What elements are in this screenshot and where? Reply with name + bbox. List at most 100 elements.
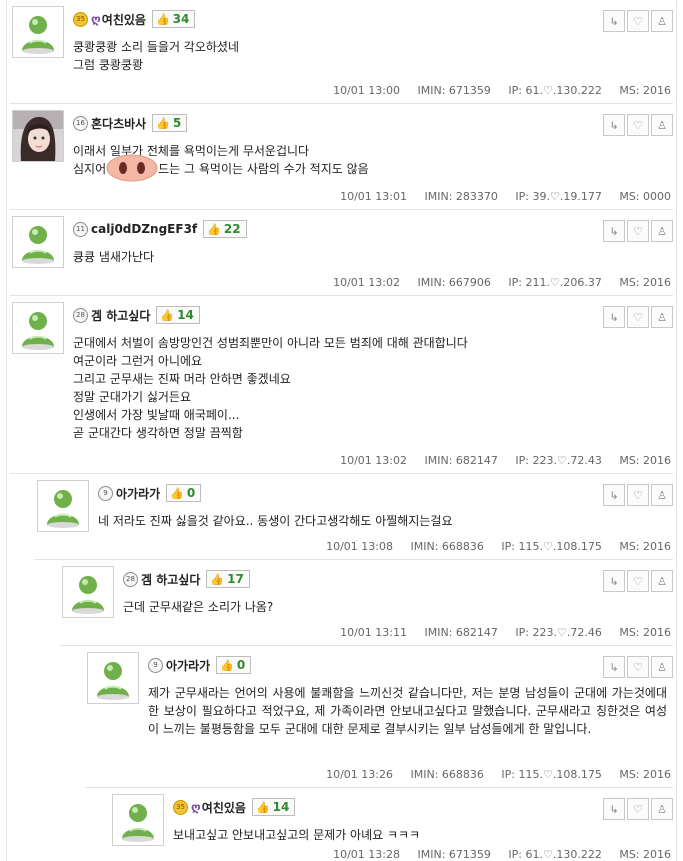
- comment-line: 정말 군대가기 싫거든요: [73, 388, 667, 406]
- comment-ip: IP: 61.♡.130.222: [508, 848, 602, 861]
- reply-arrow-icon: ↳: [609, 802, 619, 816]
- like-button[interactable]: ♡: [627, 484, 649, 506]
- avatar[interactable]: [12, 6, 64, 58]
- comment-body: 큥큥 냄새가난다: [73, 248, 667, 266]
- reply-button[interactable]: ↳: [603, 484, 625, 506]
- comment-3: 11 calj0dDZngEF3f 👍 22 ↳ ♡ ♙ 큥큥 냄새가난다 10…: [10, 210, 673, 296]
- comment-body: 쿵쾅쿵쾅 소리 들을거 각오하셨네 그럼 쿵쾅쿵쾅: [73, 38, 667, 74]
- comment-header: 35 ღ 여친있음 👍 14: [173, 798, 296, 816]
- comment-5: 9 아가라가 👍 0 ↳ ♡ ♙ 네 저라도 진짜 싫을것 같아요.. 동생이 …: [35, 474, 673, 560]
- avatar[interactable]: [87, 652, 139, 704]
- comment-time: 10/01 13:28: [333, 848, 400, 861]
- reply-arrow-icon: ↳: [609, 660, 619, 674]
- comment-ip: IP: 61.♡.130.222: [508, 84, 602, 97]
- reply-button[interactable]: ↳: [603, 220, 625, 242]
- comment-body: 근데 군무새같은 소리가 나옴?: [123, 598, 667, 616]
- like-count: 5: [172, 116, 182, 130]
- nickname[interactable]: 여친있음: [202, 799, 246, 816]
- like-count-badge: 👍 0: [166, 484, 202, 502]
- like-button[interactable]: ♡: [627, 114, 649, 136]
- heart-icon: ♡: [633, 310, 643, 324]
- comment-line: 그리고 군무새는 진짜 머라 안하면 좋겠네요: [73, 370, 667, 388]
- like-button[interactable]: ♡: [627, 570, 649, 592]
- report-button[interactable]: ♙: [651, 484, 673, 506]
- comment-time: 10/01 13:26: [326, 768, 393, 781]
- reply-button[interactable]: ↳: [603, 114, 625, 136]
- reply-button[interactable]: ↳: [603, 10, 625, 32]
- report-button[interactable]: ♙: [651, 798, 673, 820]
- report-button[interactable]: ♙: [651, 306, 673, 328]
- level-badge-icon: 11: [73, 221, 88, 237]
- comment-line-text: 여군이라 그런거 아니에요: [73, 354, 203, 368]
- like-button[interactable]: ♡: [627, 798, 649, 820]
- report-button[interactable]: ♙: [651, 570, 673, 592]
- comment-ms: MS: 2016: [619, 848, 671, 861]
- comment-ip: IP: 115.♡.108.175: [501, 540, 602, 553]
- avatar[interactable]: [12, 110, 64, 162]
- like-count-badge: 👍 14: [156, 306, 200, 324]
- nickname[interactable]: calj0dDZngEF3f: [91, 222, 197, 236]
- reply-arrow-icon: ↳: [609, 14, 619, 28]
- report-button[interactable]: ♙: [651, 220, 673, 242]
- comment-actions: ↳ ♡ ♙: [601, 484, 673, 506]
- comment-line: 쿵쾅쿵쾅 소리 들을거 각오하셨네: [73, 38, 667, 56]
- reply-arrow-icon: ↳: [609, 310, 619, 324]
- comment-line-text: 군대에서 처벌이 솜방망인건 성범죄뿐만이 아니라 모든 범죄에 대해 관대합니…: [73, 336, 468, 350]
- heart-icon: ♡: [633, 224, 643, 238]
- nickname[interactable]: 아가라가: [116, 485, 160, 502]
- nickname[interactable]: 여친있음: [102, 11, 146, 28]
- siren-icon: ♙: [657, 224, 667, 238]
- nickname[interactable]: 아가라가: [166, 657, 210, 674]
- comment-line: 심지어 드는 그 욕먹이는 사람의 수가 적지도 않음: [73, 154, 667, 182]
- like-button[interactable]: ♡: [627, 220, 649, 242]
- comment-actions: ↳ ♡ ♙: [601, 798, 673, 820]
- nickname[interactable]: 겜 하고싶다: [91, 307, 150, 324]
- comment-body: 제가 군무새라는 언어의 사용에 불쾌함을 느끼신것 같습니다만, 저는 분명 …: [148, 684, 667, 738]
- comment-body: 이래서 일부가 전체를 욕먹이는게 무서운겁니다 심지어 드는 그 욕먹이는 사람의…: [73, 142, 667, 182]
- nickname[interactable]: 혼다츠바사: [91, 115, 146, 132]
- like-button[interactable]: ♡: [627, 10, 649, 32]
- report-button[interactable]: ♙: [651, 10, 673, 32]
- reply-button[interactable]: ↳: [603, 570, 625, 592]
- siren-icon: ♙: [657, 488, 667, 502]
- comment-ip: IP: 115.♡.108.175: [501, 768, 602, 781]
- avatar[interactable]: [62, 566, 114, 618]
- siren-icon: ♙: [657, 14, 667, 28]
- like-count-badge: 👍 22: [203, 220, 247, 238]
- thumb-up-icon: 👍: [155, 12, 170, 26]
- thumb-up-icon: 👍: [160, 308, 175, 322]
- comment-time: 10/01 13:02: [340, 454, 407, 467]
- like-button[interactable]: ♡: [627, 656, 649, 678]
- reply-button[interactable]: ↳: [603, 306, 625, 328]
- comment-actions: ↳ ♡ ♙: [601, 10, 673, 32]
- avatar[interactable]: [112, 794, 164, 846]
- like-count: 14: [177, 308, 194, 322]
- comment-line-text: 제가 군무새라는 언어의 사용에 불쾌함을 느끼신것 같습니다만, 저는 분명 …: [148, 686, 667, 736]
- comment-imin: IMIN: 682147: [424, 454, 498, 467]
- avatar[interactable]: [12, 302, 64, 354]
- like-count-badge: 👍 17: [206, 570, 250, 588]
- heart-icon: ♡: [633, 488, 643, 502]
- comment-line-text: 인생에서 가장 빛날때 애국페이...: [73, 408, 240, 422]
- reply-button[interactable]: ↳: [603, 656, 625, 678]
- like-count-badge: 👍 5: [152, 114, 188, 132]
- thumb-up-icon: 👍: [220, 658, 234, 672]
- comment-imin: IMIN: 667906: [417, 276, 491, 289]
- comment-imin: IMIN: 682147: [424, 626, 498, 639]
- comment-ip: IP: 223.♡.72.46: [515, 626, 602, 639]
- report-button[interactable]: ♙: [651, 656, 673, 678]
- level-badge-icon: 28: [73, 307, 88, 323]
- couple-ring-icon: ღ: [91, 12, 101, 26]
- comment-line: 보내고싶고 안보내고싶고의 문제가 아녜요 ㅋㅋㅋ: [173, 826, 667, 844]
- avatar[interactable]: [37, 480, 89, 532]
- nickname[interactable]: 겜 하고싶다: [141, 571, 200, 588]
- like-count: 17: [227, 572, 244, 586]
- comment-header: 28 겜 하고싶다 👍 17: [123, 570, 250, 588]
- report-button[interactable]: ♙: [651, 114, 673, 136]
- thumb-up-icon: 👍: [170, 486, 184, 500]
- comment-header: 11 calj0dDZngEF3f 👍 22: [73, 220, 247, 238]
- avatar[interactable]: [12, 216, 64, 268]
- like-button[interactable]: ♡: [627, 306, 649, 328]
- reply-button[interactable]: ↳: [603, 798, 625, 820]
- comment-meta: 10/01 13:01 IMIN: 283370 IP: 39.♡.19.177…: [340, 190, 671, 203]
